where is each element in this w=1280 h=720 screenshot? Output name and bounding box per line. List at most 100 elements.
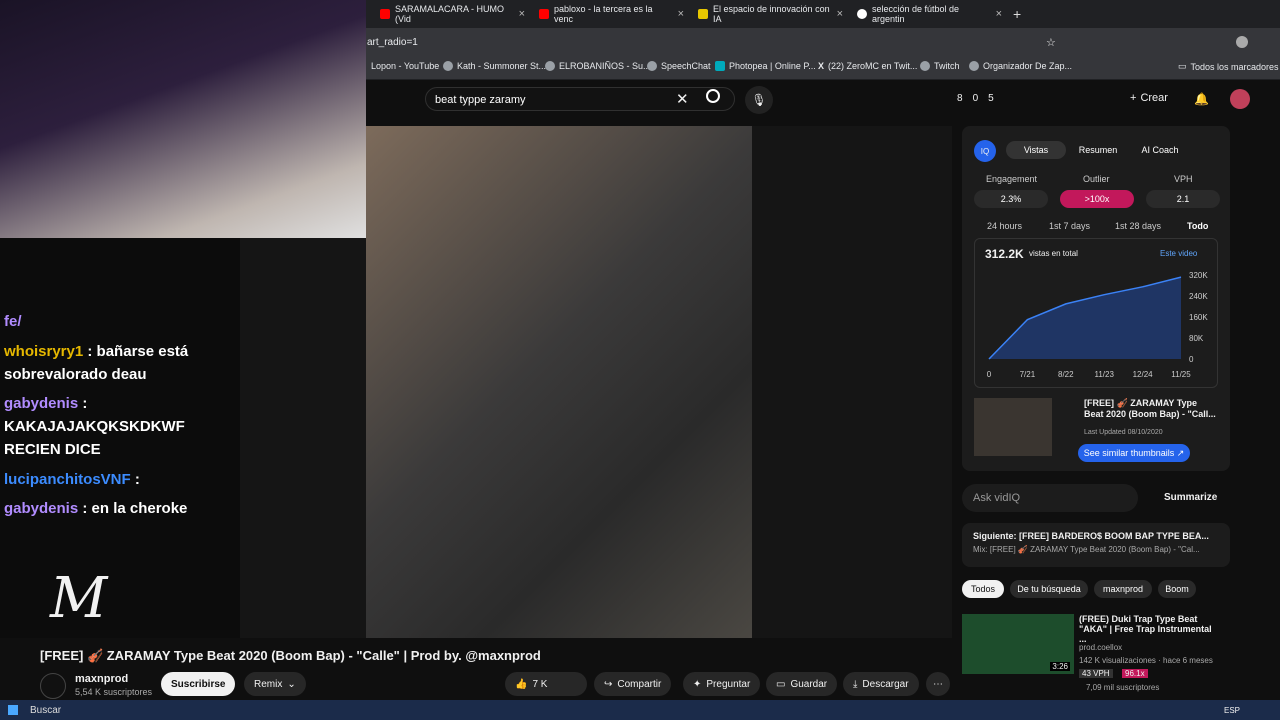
close-icon[interactable]: ×	[519, 8, 525, 20]
windows-icon[interactable]	[8, 705, 18, 715]
youtube-icon	[380, 9, 390, 19]
range-28d[interactable]: 1st 28 days	[1115, 221, 1161, 231]
bookmark[interactable]: Organizador De Zap...	[969, 61, 1072, 71]
next-video-card[interactable]: Siguiente: [FREE] BARDERO$ BOOM BAP TYPE…	[962, 523, 1230, 567]
filter-chip[interactable]: Todos	[962, 580, 1004, 598]
ask-vidiq-input[interactable]: Ask vidIQ	[962, 484, 1138, 512]
range-24h[interactable]: 24 hours	[987, 221, 1022, 231]
ask-button[interactable]: ✦ Preguntar	[683, 672, 761, 696]
google-icon	[857, 9, 867, 19]
bookmark-icon	[545, 61, 555, 71]
share-icon: ↪	[604, 678, 613, 690]
taskbar-search[interactable]: Buscar	[30, 705, 200, 716]
sparkle-icon: ✦	[693, 678, 702, 690]
bell-icon[interactable]: 🔔	[1194, 92, 1209, 106]
mic-icon[interactable]: 🎙	[745, 86, 773, 114]
bookmark-icon	[443, 61, 453, 71]
engagement-value: 2.3%	[974, 190, 1048, 208]
x-tick-label: 12/24	[1133, 370, 1154, 379]
y-tick-label: 160K	[1189, 313, 1208, 322]
create-button[interactable]: + Crear	[1130, 92, 1168, 104]
youtube-icon	[539, 9, 549, 19]
like-button[interactable]: 👍 7 K	[505, 672, 587, 696]
close-icon[interactable]: ×	[996, 8, 1002, 20]
x-tick-label: 0	[987, 370, 992, 379]
vidiq-logo: IQ	[974, 140, 996, 162]
recommended-thumbnail[interactable]: 3:26	[962, 614, 1074, 674]
bookmark-icon	[969, 61, 979, 71]
channel-avatar[interactable]	[40, 673, 66, 699]
x-tick-label: 11/25	[1171, 370, 1191, 379]
filter-chip[interactable]: Boom	[1158, 580, 1196, 598]
tab-resumen[interactable]: Resumen	[1070, 141, 1126, 159]
recommended-title[interactable]: (FREE) Duki Trap Type Beat "AKA" | Free …	[1079, 614, 1219, 644]
filter-chip[interactable]: De tu búsqueda	[1010, 580, 1088, 598]
bookmark[interactable]: X (22) ZeroMC en Twit...	[818, 61, 917, 71]
y-tick-label: 320K	[1189, 271, 1208, 280]
views-area	[989, 277, 1181, 359]
header-counts: 805	[957, 93, 994, 104]
bookmark[interactable]: ELROBANIÑOS - Su...	[545, 61, 651, 71]
summarize-button[interactable]: Summarize	[1164, 492, 1217, 503]
avatar[interactable]	[1236, 36, 1248, 48]
subscribe-button[interactable]: Suscribirse	[161, 672, 236, 696]
new-tab-button[interactable]: +	[1013, 4, 1021, 24]
x-tick-label: 7/21	[1020, 370, 1036, 379]
more-button[interactable]: ⋯	[926, 672, 950, 696]
vidiq-panel: IQ Vistas Resumen AI Coach Engagement Ou…	[962, 126, 1230, 471]
plus-icon: +	[1130, 92, 1137, 104]
filter-chip[interactable]: maxnprod	[1094, 580, 1152, 598]
close-icon[interactable]: ×	[678, 8, 684, 20]
share-button[interactable]: ↪ Compartir	[594, 672, 672, 696]
bookmark[interactable]: Kath - Summoner St...	[443, 61, 546, 71]
browser-tab[interactable]: SARAMALACARA - HUMO (Vid ×	[380, 4, 525, 24]
channel-name[interactable]: maxnprod	[75, 673, 128, 685]
close-icon[interactable]: ×	[837, 8, 843, 20]
browser-tab[interactable]: El espacio de innovación con IA ×	[698, 4, 843, 24]
all-bookmarks[interactable]: ▭ Todos los marcadores	[1178, 61, 1279, 72]
photopea-icon	[715, 61, 725, 71]
clear-icon[interactable]: ✕	[676, 90, 689, 108]
thumbs-up-icon: 👍	[515, 678, 528, 690]
range-7d[interactable]: 1st 7 days	[1049, 221, 1090, 231]
views-chart-card: 312.2K vistas en total Este video 0 7/21 8…	[974, 238, 1218, 388]
bookmark[interactable]: Photopea | Online P...	[715, 61, 816, 71]
x-tick-label: 8/22	[1058, 370, 1074, 379]
bookmark[interactable]: Lopon - YouTube	[371, 61, 439, 71]
download-icon: ⤓	[853, 678, 858, 690]
search-icon[interactable]	[706, 89, 720, 103]
x-icon: X	[818, 61, 825, 71]
remix-button[interactable]: Remix ⌄	[244, 672, 306, 696]
browser-tab[interactable]: pabloxo - la tercera es la venc ×	[539, 4, 684, 24]
video-frame	[366, 126, 752, 638]
chevron-down-icon: ⌄	[287, 678, 296, 690]
bookmark-icon	[647, 61, 657, 71]
tab-vistas[interactable]: Vistas	[1006, 141, 1066, 159]
y-tick-label: 240K	[1189, 292, 1208, 301]
chat-overlay: fe/ whoisryry1 : bañarse está sobrevalor…	[0, 238, 240, 638]
subscriber-count: 5,54 K suscriptores	[75, 687, 153, 697]
webcam-overlay	[0, 0, 366, 238]
watermark-logo: M	[50, 566, 108, 631]
bookmark[interactable]: SpeechChat	[647, 61, 711, 71]
bookmark-icon: ▭	[776, 678, 786, 690]
y-tick-label: 80K	[1189, 334, 1204, 343]
range-all[interactable]: Todo	[1187, 221, 1208, 231]
video-title: [FREE] 🎻 ZARAMAY Type Beat 2020 (Boom Ba…	[40, 648, 541, 663]
thumbnail[interactable]	[974, 398, 1052, 456]
views-chart: 0 7/21 8/22 11/23 12/24 11/25 320K 240K 160K 80K 0	[987, 271, 1209, 379]
vph-value: 2.1	[1146, 190, 1220, 208]
outlier-value: >100x	[1060, 190, 1134, 208]
twitch-icon	[920, 61, 930, 71]
bookmark[interactable]: Twitch	[920, 61, 960, 71]
x-tick-label: 11/23	[1094, 370, 1114, 379]
similar-thumbnails-button[interactable]: See similar thumbnails ↗	[1078, 444, 1190, 462]
tab-ai-coach[interactable]: AI Coach	[1132, 141, 1188, 159]
save-button[interactable]: ▭ Guardar	[766, 672, 838, 696]
browser-tab[interactable]: selección de fútbol de argentin ×	[857, 4, 1002, 24]
star-icon[interactable]: ☆	[1046, 36, 1056, 49]
taskbar: Buscar ESP	[0, 700, 1280, 720]
download-button[interactable]: ⤓ Descargar	[843, 672, 919, 696]
site-icon	[698, 9, 708, 19]
avatar[interactable]	[1230, 89, 1250, 109]
